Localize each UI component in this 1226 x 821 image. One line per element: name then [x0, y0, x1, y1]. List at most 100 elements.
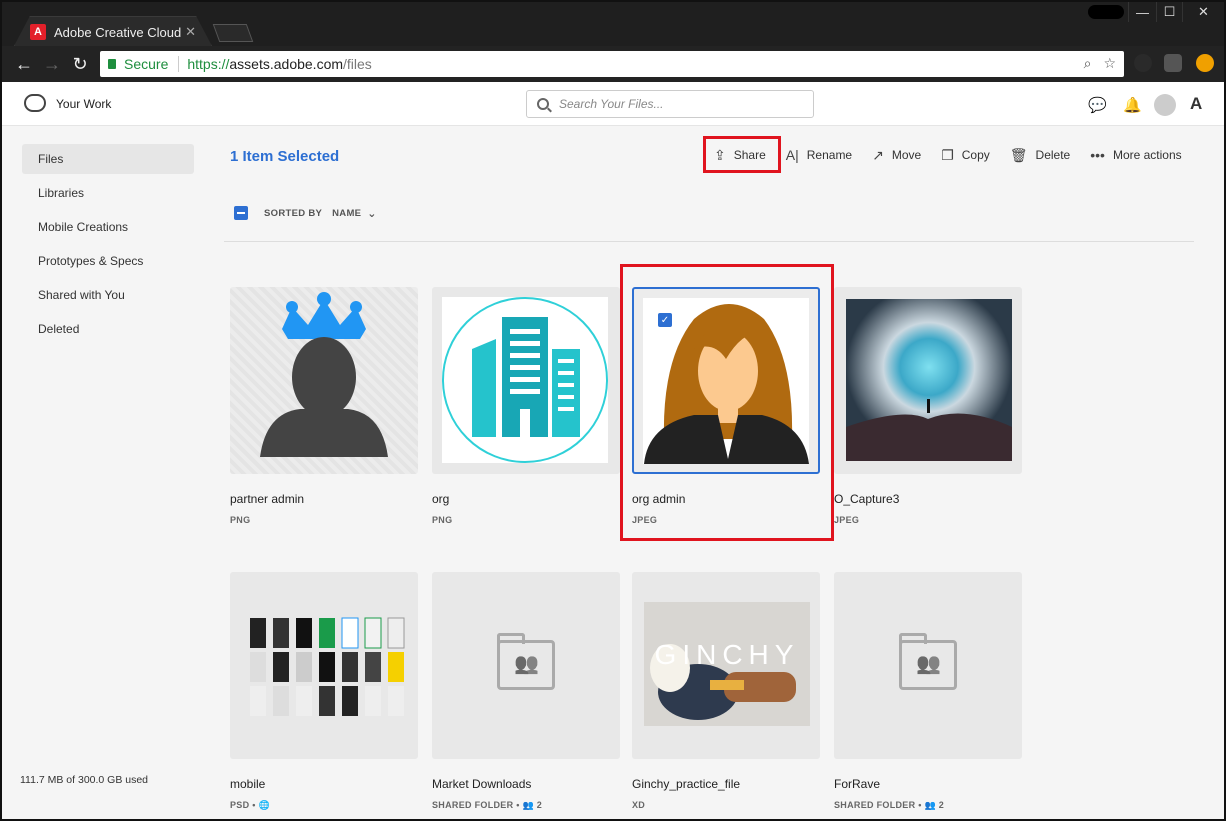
file-card[interactable]: partner admin PNG — [230, 287, 418, 525]
folder-card[interactable]: Market Downloads SHARED FOLDER • 👥 2 — [432, 572, 620, 811]
sidebar-item-files[interactable]: Files — [22, 144, 194, 174]
capture-image — [846, 299, 1012, 461]
your-work-title[interactable]: Your Work — [56, 97, 111, 111]
bookmark-star-icon[interactable]: ☆ — [1103, 55, 1116, 72]
file-thumbnail[interactable] — [230, 572, 418, 759]
file-card[interactable]: GINCHY Ginchy_practice_file XD — [632, 572, 820, 810]
file-thumbnail[interactable]: GINCHY — [632, 572, 820, 759]
extension-orange-icon[interactable] — [1196, 54, 1214, 72]
app-header: Your Work Search Your Files... 💬 🔔 A — [2, 82, 1224, 126]
forward-arrow-icon[interactable]: → — [38, 54, 66, 75]
copy-label: Copy — [961, 148, 990, 162]
browser-window: A Adobe Creative Cloud ✕ — ☐ ✕ ← → ↻ Sec… — [0, 0, 1226, 821]
search-input[interactable]: Search Your Files... — [526, 90, 814, 118]
people-icon: 👥 — [924, 800, 936, 810]
file-type: JPEG — [834, 515, 860, 525]
lock-icon — [108, 59, 116, 69]
rename-label: Rename — [806, 148, 853, 162]
file-name: partner admin — [230, 492, 305, 506]
file-card[interactable]: O_Capture3 JPEG — [834, 287, 1022, 525]
adobe-logo-icon: A — [30, 24, 46, 40]
search-placeholder: Search Your Files... — [559, 97, 664, 111]
bell-icon[interactable]: 🔔 — [1123, 96, 1142, 114]
sidebar-item-mobile-creations[interactable]: Mobile Creations — [22, 212, 194, 242]
member-count: 2 — [536, 800, 543, 810]
ginchy-image: GINCHY — [644, 602, 810, 726]
more-actions-button[interactable]: ••• More actions — [1090, 140, 1181, 170]
move-icon: ↗ — [872, 146, 884, 163]
delete-button[interactable]: 🗑 Delete — [1010, 140, 1070, 170]
folder-type: SHARED FOLDER • — [432, 800, 520, 810]
file-type: PNG — [230, 515, 251, 525]
shared-folder-icon — [899, 633, 957, 690]
folder-name: ForRave — [834, 777, 881, 791]
reload-icon[interactable]: ↻ — [66, 54, 94, 75]
folder-name: Market Downloads — [432, 777, 532, 791]
partner-admin-image — [260, 292, 388, 457]
sidebar-item-libraries[interactable]: Libraries — [22, 178, 194, 208]
close-window-button[interactable]: ✕ — [1182, 2, 1224, 22]
sort-row: SORTED BY NAME ⌄ — [234, 206, 377, 220]
tab-close-icon[interactable]: ✕ — [185, 24, 196, 40]
sidebar-item-prototypes[interactable]: Prototypes & Specs — [22, 246, 194, 276]
member-count: 2 — [938, 800, 945, 810]
search-icon — [537, 98, 549, 110]
delete-label: Delete — [1035, 148, 1071, 162]
pocket-icon[interactable] — [1164, 54, 1182, 72]
file-type-row: PSD • 🌐 — [230, 800, 418, 811]
org-image — [442, 297, 608, 463]
move-button[interactable]: ↗ Move — [872, 140, 921, 170]
secure-label: Secure — [124, 56, 169, 72]
maximize-button[interactable]: ☐ — [1156, 2, 1182, 22]
url-input[interactable]: Secure https:// assets.adobe.com /files … — [100, 51, 1124, 77]
file-type: XD — [632, 800, 646, 810]
sidebar-item-deleted[interactable]: Deleted — [22, 314, 194, 344]
file-thumbnail[interactable] — [230, 287, 418, 474]
ginchy-text: GINCHY — [655, 639, 800, 670]
minimize-button[interactable]: — — [1128, 2, 1156, 22]
file-type: PNG — [432, 515, 453, 525]
select-all-checkbox[interactable] — [234, 206, 248, 220]
sort-name-dropdown[interactable]: NAME — [332, 208, 361, 219]
file-thumbnail[interactable] — [432, 287, 620, 474]
file-card[interactable]: mobile PSD • 🌐 — [230, 572, 418, 811]
chevron-down-icon[interactable]: ⌄ — [367, 207, 377, 220]
browser-tab[interactable]: A Adobe Creative Cloud ✕ — [16, 18, 210, 46]
sidebar-item-shared[interactable]: Shared with You — [22, 280, 194, 310]
file-name: O_Capture3 — [834, 492, 900, 506]
title-bar: A Adobe Creative Cloud ✕ — ☐ ✕ — [2, 2, 1224, 46]
zoom-search-icon[interactable]: ⌕ — [1084, 55, 1092, 72]
profile-badge[interactable] — [1088, 5, 1124, 19]
adobe-apps-icon[interactable]: A — [1190, 94, 1202, 114]
copy-button[interactable]: ❐ Copy — [941, 140, 990, 170]
more-actions-label: More actions — [1112, 148, 1182, 162]
back-arrow-icon[interactable]: ← — [10, 54, 38, 75]
folder-type-row: SHARED FOLDER • 👥 2 — [834, 800, 1022, 811]
avatar[interactable] — [1154, 94, 1176, 116]
chat-icon[interactable]: 💬 — [1088, 96, 1107, 114]
main-content: Files Libraries Mobile Creations Prototy… — [2, 126, 1224, 819]
storage-usage: 111.7 MB of 300.0 GB used — [20, 774, 149, 786]
copy-icon: ❐ — [941, 146, 954, 163]
shared-folder-icon — [497, 633, 555, 690]
more-dots-icon: ••• — [1090, 147, 1105, 163]
folder-type: SHARED FOLDER • — [834, 800, 922, 810]
folder-thumbnail[interactable] — [834, 572, 1022, 759]
url-host: assets.adobe.com — [229, 56, 344, 72]
folder-thumbnail[interactable] — [432, 572, 620, 759]
file-thumbnail[interactable] — [834, 287, 1022, 474]
file-name: org — [432, 492, 450, 506]
share-highlight-box — [703, 136, 781, 173]
url-path: /files — [343, 56, 372, 72]
selection-count: 1 Item Selected — [230, 148, 340, 165]
folder-card[interactable]: ForRave SHARED FOLDER • 👥 2 — [834, 572, 1022, 811]
extension-icon[interactable] — [1134, 54, 1152, 72]
new-tab-button[interactable] — [212, 24, 254, 42]
org-admin-highlight-box — [620, 264, 834, 541]
file-card[interactable]: org PNG — [432, 287, 620, 525]
rename-button[interactable]: A| Rename — [786, 140, 852, 170]
globe-icon: 🌐 — [258, 800, 270, 810]
creative-cloud-logo-icon[interactable] — [24, 94, 46, 112]
trash-icon: 🗑 — [1009, 146, 1028, 163]
file-name: mobile — [230, 777, 266, 791]
